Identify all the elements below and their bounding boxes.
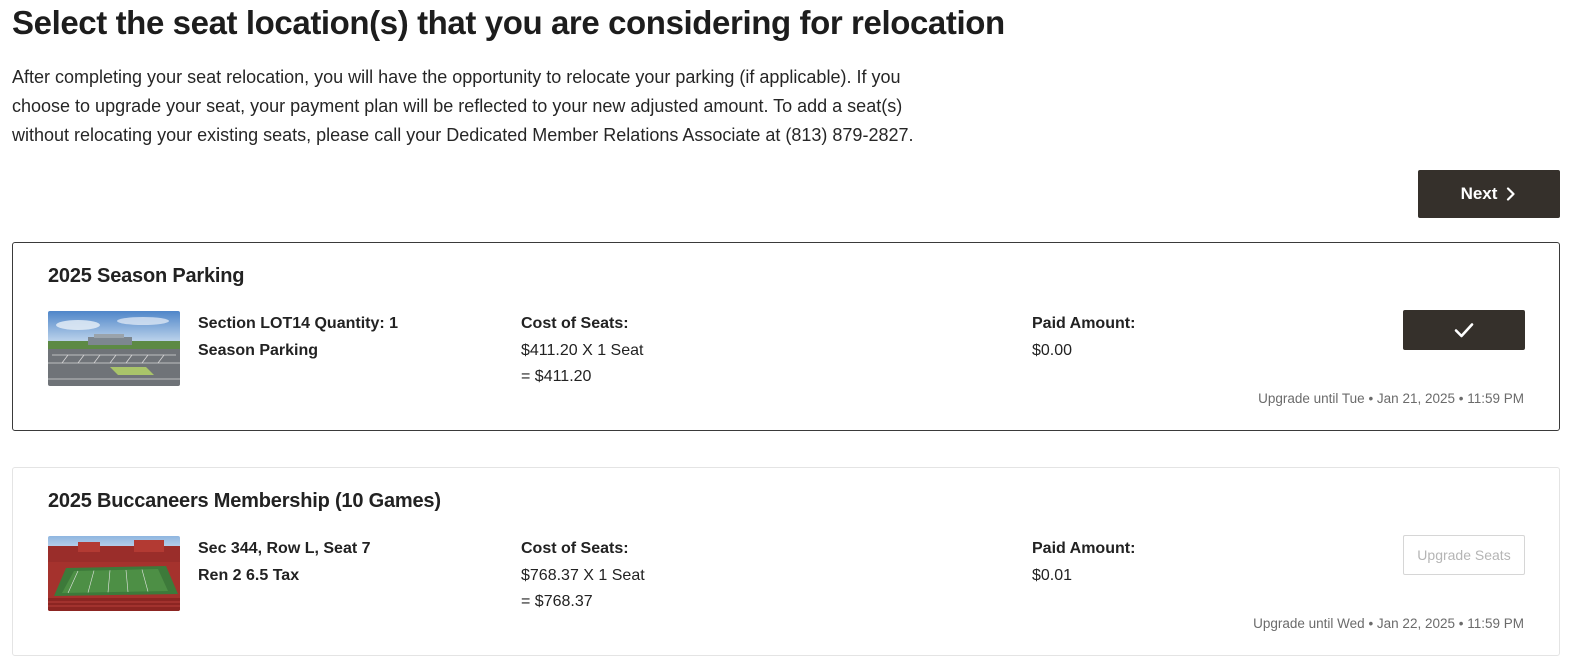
stadium-thumbnail [48,536,180,611]
upgrade-deadline: Upgrade until Tue • Jan 21, 2025 • 11:59… [1258,391,1524,406]
paid-info: Paid Amount: $0.00 [1032,311,1135,364]
intro-text: After completing your seat relocation, y… [12,67,914,145]
paid-label: Paid Amount: [1032,540,1136,557]
seat-location: Sec 344, Row L, Seat 7 [198,540,371,557]
seat-info: Section LOT14 Quantity: 1 Season Parking [198,311,398,364]
upgrade-seats-button[interactable]: Upgrade Seats [1403,535,1525,575]
upgrade-deadline: Upgrade until Wed • Jan 22, 2025 • 11:59… [1253,616,1524,631]
next-button-label: Next [1460,184,1498,203]
paid-amount: $0.01 [1032,566,1073,584]
cost-total: = $768.37 [521,593,593,610]
paid-amount: $0.00 [1032,341,1073,359]
cost-per-seat: $411.20 X 1 Seat [521,341,644,359]
next-button[interactable]: Next [1418,170,1560,218]
cost-info: Cost of Seats: $768.37 X 1 Seat = $768.3… [521,536,645,616]
card-title: 2025 Season Parking [48,265,245,287]
card-title: 2025 Buccaneers Membership (10 Games) [48,490,441,512]
seat-card-buccaneers-membership[interactable]: 2025 Buccaneers Membership (10 Games) Se… [12,467,1560,656]
cost-info: Cost of Seats: $411.20 X 1 Seat = $411.2… [521,311,643,391]
paid-label: Paid Amount: [1032,315,1136,332]
selected-toggle-button[interactable] [1403,310,1525,350]
cost-total: = $411.20 [521,368,592,385]
seat-type: Ren 2 6.5 Tax [198,566,300,584]
seat-type: Season Parking [198,341,319,359]
relocation-page: Select the seat location(s) that you are… [0,0,1579,667]
cost-per-seat: $768.37 X 1 Seat [521,566,645,584]
paid-info: Paid Amount: $0.01 [1032,536,1135,589]
seat-card-season-parking[interactable]: 2025 Season Parking Section LOT14 Quanti… [12,242,1560,431]
cost-label: Cost of Seats: [521,315,629,332]
page-title: Select the seat location(s) that you are… [12,4,1005,41]
chevron-right-icon [1507,187,1516,201]
seat-location: Section LOT14 Quantity: 1 [198,315,399,332]
cost-label: Cost of Seats: [521,540,629,557]
parking-lot-thumbnail [48,311,180,386]
checkmark-icon [1454,323,1474,338]
seat-info: Sec 344, Row L, Seat 7 Ren 2 6.5 Tax [198,536,371,589]
